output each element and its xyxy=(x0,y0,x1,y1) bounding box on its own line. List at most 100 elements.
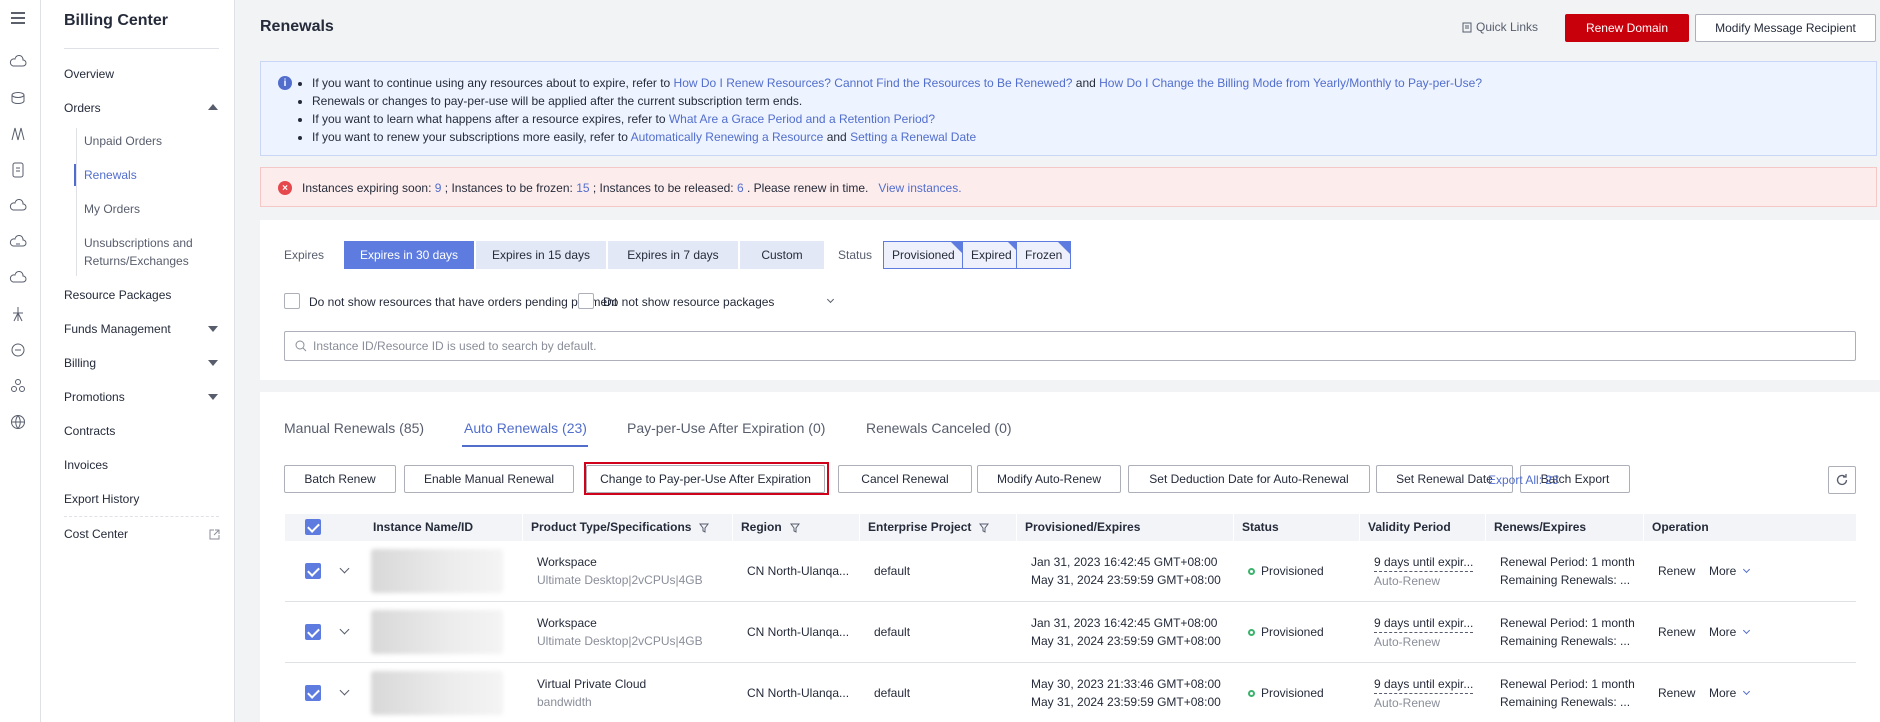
document-icon[interactable] xyxy=(8,160,28,180)
status-tag-frozen[interactable]: Frozen xyxy=(1016,241,1072,269)
row-checkbox[interactable] xyxy=(305,685,321,701)
renew-link[interactable]: Renew xyxy=(1658,623,1695,641)
chevron-up-icon[interactable] xyxy=(208,104,218,110)
renew-link[interactable]: Renew xyxy=(1658,562,1695,580)
sidebar-item-contracts[interactable]: Contracts xyxy=(64,421,224,441)
batch-renew-button[interactable]: Batch Renew xyxy=(284,465,396,493)
sidebar-item-my-orders[interactable]: My Orders xyxy=(84,199,244,219)
column-provisioned-expires: Provisioned/Expires xyxy=(1016,514,1233,541)
auto-renew-link[interactable]: Automatically Renewing a Resource xyxy=(631,130,824,144)
product-cell: Virtual Private Cloud bandwidth xyxy=(537,677,647,709)
filter-icon[interactable] xyxy=(789,523,800,533)
sidebar-item-resource-packages[interactable]: Resource Packages xyxy=(64,285,224,305)
expand-chevron-icon[interactable] xyxy=(339,685,350,696)
chevron-down-icon[interactable] xyxy=(1742,626,1751,635)
more-link[interactable]: More xyxy=(1709,684,1736,702)
frozen-count[interactable]: 15 xyxy=(576,181,589,195)
external-link-icon[interactable] xyxy=(209,529,220,540)
enable-manual-renewal-button[interactable]: Enable Manual Renewal xyxy=(404,465,574,493)
set-deduction-date-button[interactable]: Set Deduction Date for Auto-Renewal xyxy=(1128,465,1370,493)
tab-pay-per-use[interactable]: Pay-per-Use After Expiration (0) xyxy=(627,420,825,436)
selected-corner xyxy=(1058,242,1071,254)
renewal-date-link[interactable]: Setting a Renewal Date xyxy=(850,130,976,144)
table-row[interactable]: Virtual Private Cloud bandwidth CN North-… xyxy=(285,663,1856,722)
more-link[interactable]: More xyxy=(1709,562,1736,580)
tag-label: Expired xyxy=(971,248,1012,262)
table-row[interactable]: Workspace Ultimate Desktop|2vCPUs|4GB CN … xyxy=(285,602,1856,663)
expand-chevron-icon[interactable] xyxy=(339,563,350,574)
cloud-service-icon[interactable] xyxy=(8,196,28,216)
renews-cell: Renewal Period: 1 month Remaining Renewal… xyxy=(1500,677,1635,709)
sidebar-item-invoices[interactable]: Invoices xyxy=(64,455,224,475)
warning-text: Instances expiring soon: 9 ; Instances t… xyxy=(302,181,962,195)
database-icon[interactable] xyxy=(8,88,28,108)
export-all-link[interactable]: Export All: 23 xyxy=(1488,473,1559,487)
info-line: If you want to renew your subscriptions … xyxy=(312,128,1482,146)
chevron-down-icon[interactable] xyxy=(1742,565,1751,574)
pending-payment-checkbox[interactable] xyxy=(284,293,300,309)
filter-icon[interactable] xyxy=(699,523,710,533)
cloud-icon[interactable] xyxy=(8,52,28,72)
grace-period-link[interactable]: What Are a Grace Period and a Retention … xyxy=(669,112,935,126)
sidebar-item-renewals[interactable]: Renewals xyxy=(84,165,244,185)
tower-icon[interactable] xyxy=(8,304,28,324)
more-link[interactable]: More xyxy=(1709,623,1736,641)
sidebar-item-cost-center[interactable]: Cost Center xyxy=(64,524,224,544)
chevron-down-icon[interactable] xyxy=(208,360,218,366)
modify-auto-renew-button[interactable]: Modify Auto-Renew xyxy=(977,465,1121,493)
refresh-button[interactable] xyxy=(1828,466,1856,494)
chevron-down-icon[interactable] xyxy=(826,295,835,304)
table-row[interactable]: Workspace Ultimate Desktop|2vCPUs|4GB CN … xyxy=(285,541,1856,602)
analytics-icon[interactable] xyxy=(8,340,28,360)
view-instances-link[interactable]: View instances. xyxy=(878,181,961,195)
sidebar-item-billing[interactable]: Billing xyxy=(64,353,224,373)
change-billing-mode-link[interactable]: How Do I Change the Billing Mode from Ye… xyxy=(1099,76,1482,90)
info-icon: i xyxy=(278,76,292,90)
expires-30-days-option[interactable]: Expires in 30 days xyxy=(344,241,474,269)
row-checkbox[interactable] xyxy=(305,624,321,640)
refresh-icon xyxy=(1836,474,1848,486)
renew-link[interactable]: Renew xyxy=(1658,684,1695,702)
quick-links[interactable]: Quick Links xyxy=(1462,20,1538,34)
column-label: Status xyxy=(1242,520,1279,534)
select-all-checkbox[interactable] xyxy=(305,519,321,535)
sidebar-item-overview[interactable]: Overview xyxy=(64,64,224,84)
menu-icon[interactable] xyxy=(8,8,28,28)
sidebar-item-unsubscriptions[interactable]: Unsubscriptions and Returns/Exchanges xyxy=(84,234,214,270)
cancel-renewal-button[interactable]: Cancel Renewal xyxy=(838,465,972,493)
sidebar-item-export-history[interactable]: Export History xyxy=(64,489,224,509)
search-input[interactable]: Instance ID/Resource ID is used to searc… xyxy=(284,331,1856,361)
custom-option[interactable]: Custom xyxy=(740,241,824,269)
tab-renewals-canceled[interactable]: Renewals Canceled (0) xyxy=(866,420,1012,436)
column-status: Status xyxy=(1233,514,1359,541)
resource-packages-checkbox[interactable] xyxy=(578,293,594,309)
chevron-down-icon[interactable] xyxy=(208,394,218,400)
status-tag-provisioned[interactable]: Provisioned xyxy=(883,241,964,269)
expires-7-days-option[interactable]: Expires in 7 days xyxy=(608,241,738,269)
network-icon[interactable] xyxy=(8,124,28,144)
expand-chevron-icon[interactable] xyxy=(339,624,350,635)
cloud-backup-icon[interactable] xyxy=(8,268,28,288)
globe-icon[interactable] xyxy=(8,412,28,432)
cluster-icon[interactable] xyxy=(8,376,28,396)
sidebar-item-promotions[interactable]: Promotions xyxy=(64,387,224,407)
column-label: Renews/Expires xyxy=(1494,520,1587,534)
cloud-storage-icon[interactable] xyxy=(8,232,28,252)
status-tag-expired[interactable]: Expired xyxy=(962,241,1021,269)
chevron-down-icon[interactable] xyxy=(208,326,218,332)
column-label: Enterprise Project xyxy=(868,520,972,534)
status-cell: Provisioned xyxy=(1248,684,1324,702)
released-count[interactable]: 6 xyxy=(737,181,744,195)
expires-15-days-option[interactable]: Expires in 15 days xyxy=(476,241,606,269)
renew-resources-link[interactable]: How Do I Renew Resources? Cannot Find th… xyxy=(674,76,1073,90)
sidebar-item-funds-management[interactable]: Funds Management xyxy=(64,319,224,339)
sidebar-item-orders[interactable]: Orders xyxy=(64,98,224,118)
chevron-down-icon[interactable] xyxy=(1742,687,1751,696)
renew-domain-button[interactable]: Renew Domain xyxy=(1565,14,1689,42)
tab-auto-renewals[interactable]: Auto Renewals (23) xyxy=(464,420,587,436)
filter-icon[interactable] xyxy=(979,523,990,533)
modify-message-recipient-button[interactable]: Modify Message Recipient xyxy=(1695,14,1876,42)
sidebar-item-unpaid-orders[interactable]: Unpaid Orders xyxy=(84,131,244,151)
row-checkbox[interactable] xyxy=(305,563,321,579)
tab-manual-renewals[interactable]: Manual Renewals (85) xyxy=(284,420,424,436)
